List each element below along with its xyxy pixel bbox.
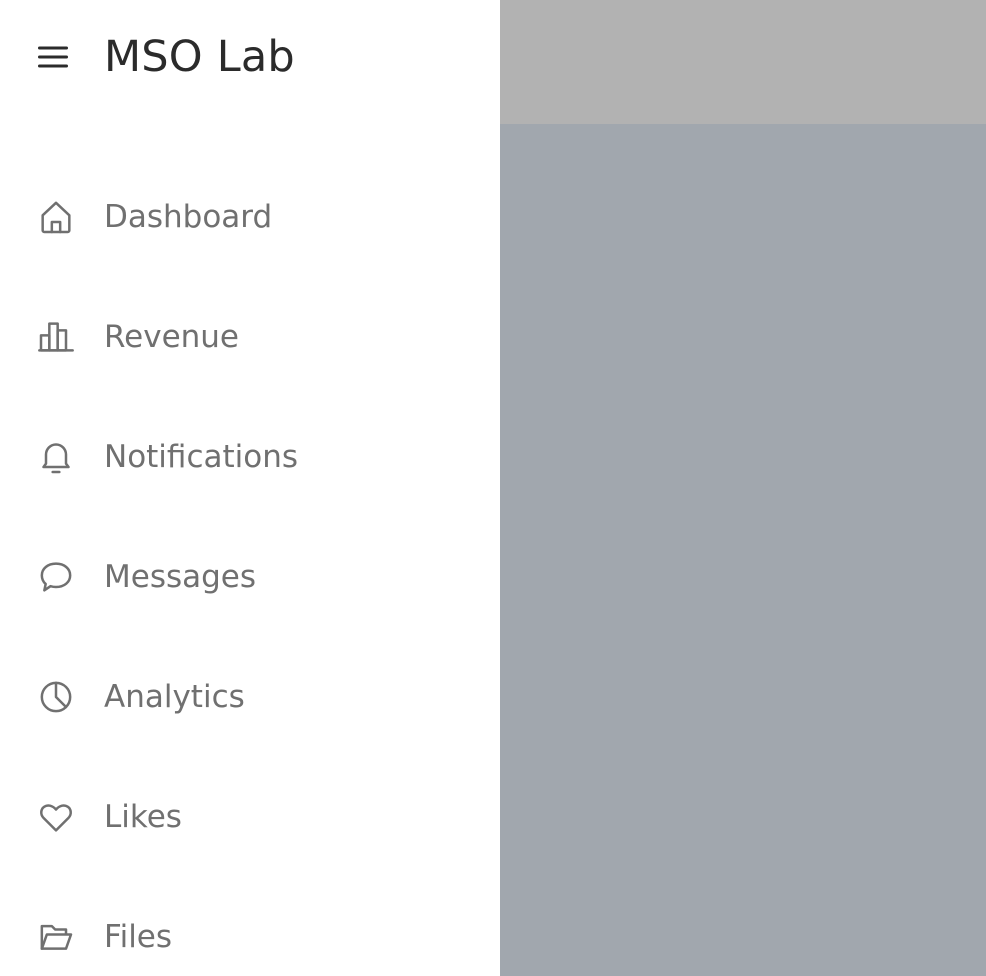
pie-chart-icon xyxy=(36,677,76,717)
sidebar-item-analytics[interactable]: Analytics xyxy=(0,637,500,757)
bell-icon xyxy=(36,437,76,477)
sidebar-item-label: Notifications xyxy=(104,439,299,475)
folder-open-icon xyxy=(36,917,76,957)
sidebar-item-notifications[interactable]: Notifications xyxy=(0,397,500,517)
app-title: MSO Lab xyxy=(104,32,295,82)
sidebar-drawer: MSO Lab Dashboard Revenue Notifications … xyxy=(0,0,500,976)
sidebar-item-label: Messages xyxy=(104,559,257,595)
bar-chart-icon xyxy=(36,317,76,357)
sidebar-item-label: Likes xyxy=(104,799,182,835)
app-page: MSO Lab Dashboard Revenue Notifications … xyxy=(0,0,986,976)
drawer-header: MSO Lab xyxy=(0,0,500,114)
home-icon xyxy=(36,197,76,237)
sidebar-item-label: Analytics xyxy=(104,679,245,715)
sidebar-nav: Dashboard Revenue Notifications Messages… xyxy=(0,157,500,976)
sidebar-item-dashboard[interactable]: Dashboard xyxy=(0,157,500,277)
sidebar-item-revenue[interactable]: Revenue xyxy=(0,277,500,397)
chat-bubble-icon xyxy=(36,557,76,597)
sidebar-item-messages[interactable]: Messages xyxy=(0,517,500,637)
hamburger-menu-icon xyxy=(38,46,68,68)
sidebar-item-label: Dashboard xyxy=(104,199,273,235)
heart-icon xyxy=(36,797,76,837)
sidebar-item-likes[interactable]: Likes xyxy=(0,757,500,877)
sidebar-item-label: Revenue xyxy=(104,319,240,355)
sidebar-item-label: Files xyxy=(104,919,173,955)
sidebar-item-files[interactable]: Files xyxy=(0,877,500,976)
menu-toggle-button[interactable] xyxy=(26,30,80,84)
